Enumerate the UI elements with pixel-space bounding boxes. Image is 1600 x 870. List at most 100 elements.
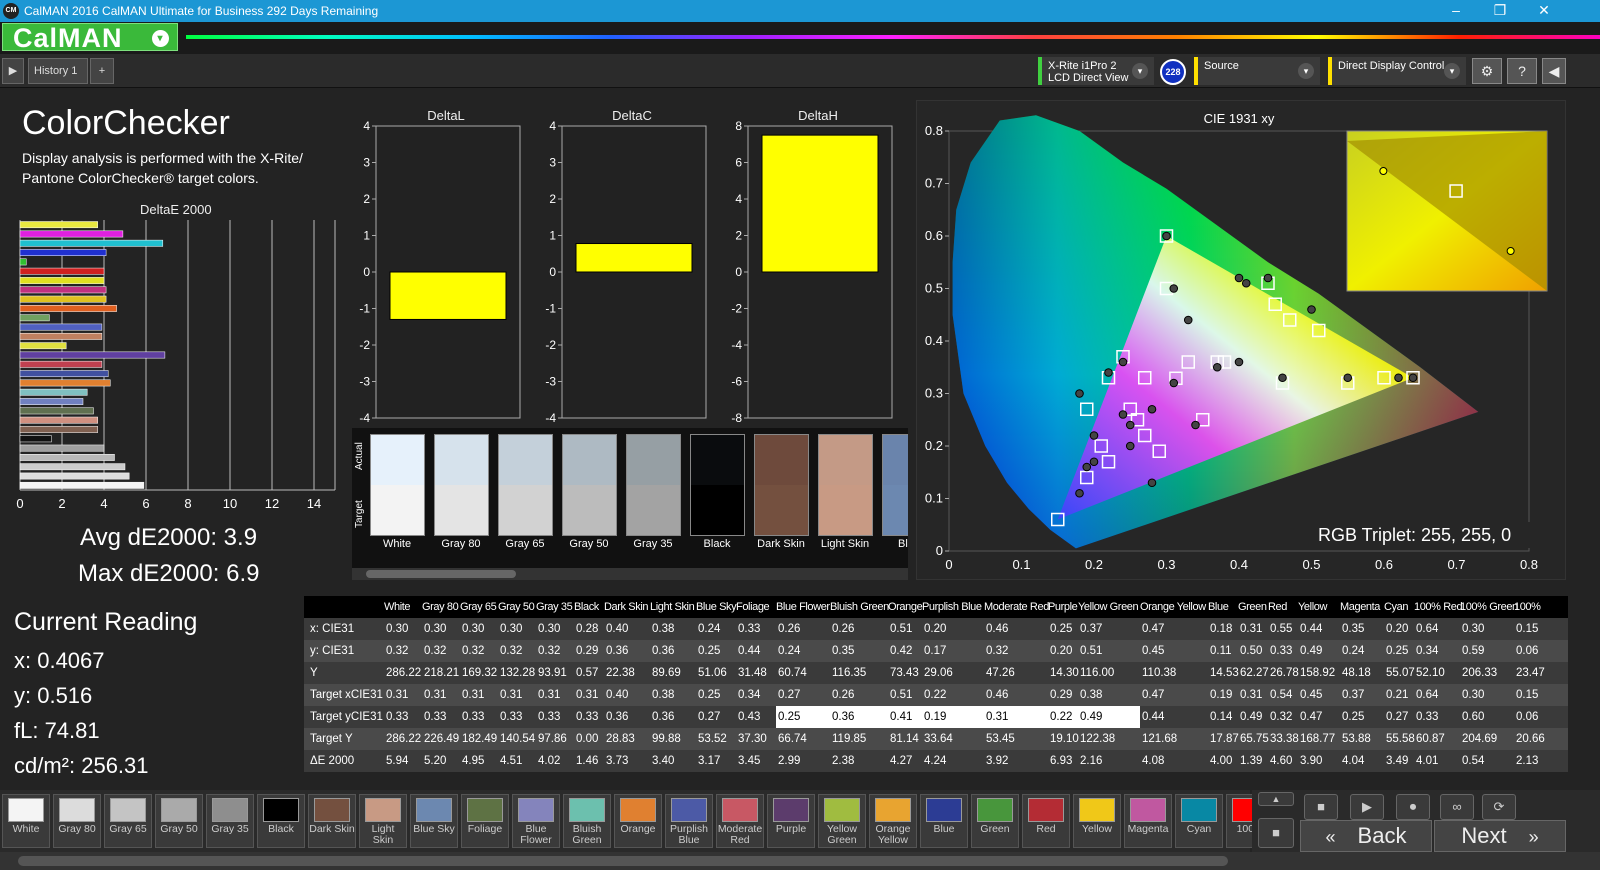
patch-green[interactable]: Green xyxy=(971,794,1019,848)
patch-yellow[interactable]: Yellow xyxy=(1073,794,1121,848)
table-cell: 19.10 xyxy=(1050,733,1079,745)
patch-label: Yellow xyxy=(1082,823,1112,835)
loop-button[interactable]: ∞ xyxy=(1440,794,1474,820)
column-header: Red xyxy=(1268,601,1287,613)
patch-orange-yellow[interactable]: Orange Yellow xyxy=(869,794,917,848)
table-cell: 0.38 xyxy=(652,623,675,635)
table-cell: 33.38 xyxy=(1270,733,1299,745)
table-cell: 0.47 xyxy=(1142,689,1165,701)
patch-label: Blue Sky xyxy=(413,823,455,835)
table-cell: 0.44 xyxy=(738,645,761,657)
table-cell: 53.52 xyxy=(698,733,727,745)
patch-yellow-green[interactable]: Yellow Green xyxy=(818,794,866,848)
scrollbar-thumb[interactable] xyxy=(366,570,516,578)
patch-gray-50[interactable]: Gray 50 xyxy=(155,794,203,848)
chevron-down-icon[interactable]: ▾ xyxy=(1132,63,1148,79)
bottom-scrollbar-thumb[interactable] xyxy=(18,856,1228,866)
collapse-icon[interactable]: ◀ xyxy=(1542,58,1566,84)
table-cell: 0.51 xyxy=(1080,645,1103,657)
stop-button[interactable]: ■ xyxy=(1304,794,1338,820)
swatch-scrollbar[interactable] xyxy=(352,568,908,580)
patch-swatch xyxy=(977,798,1013,822)
swatch-actual xyxy=(563,435,616,485)
delta-tick-label: -1 xyxy=(359,302,370,316)
patch-blue-sky[interactable]: Blue Sky xyxy=(410,794,458,848)
table-cell: 0.18 xyxy=(1210,623,1233,635)
de-bar xyxy=(19,360,103,368)
table-cell: 0.32 xyxy=(986,645,1009,657)
help-icon[interactable]: ? xyxy=(1507,58,1537,84)
table-cell: 121.68 xyxy=(1142,733,1178,745)
table-cell: 55.07 xyxy=(1386,667,1415,679)
patch-label: Moderate Red xyxy=(717,823,763,846)
swatch-black xyxy=(690,434,745,536)
source-selector[interactable]: Source ▾ xyxy=(1194,57,1320,85)
table-cell: 52.10 xyxy=(1416,667,1445,679)
patch-orange[interactable]: Orange xyxy=(614,794,662,848)
table-cell: 17.87 xyxy=(1210,733,1239,745)
table-cell: 140.54 xyxy=(500,733,536,745)
actual-marker xyxy=(1075,389,1084,398)
de-bar xyxy=(19,230,124,238)
target-label: Target xyxy=(354,500,365,528)
chevron-down-icon[interactable]: ▾ xyxy=(1298,63,1314,79)
patch-magenta[interactable]: Magenta xyxy=(1124,794,1172,848)
patch-gray-35[interactable]: Gray 35 xyxy=(206,794,254,848)
close-button[interactable]: ✕ xyxy=(1522,0,1566,22)
column-header: Moderate Red xyxy=(984,601,1049,613)
patch-red[interactable]: Red xyxy=(1022,794,1070,848)
table-cell: 0.30 xyxy=(500,623,523,635)
actual-label: Actual xyxy=(354,442,365,470)
patch-swatch xyxy=(926,798,962,822)
table-cell: 0.14 xyxy=(1210,711,1233,723)
next-label: Next xyxy=(1461,823,1507,848)
delta-tick-label: 2 xyxy=(735,229,742,243)
patch-purple[interactable]: Purple xyxy=(767,794,815,848)
table-cell: 0.46 xyxy=(986,623,1009,635)
patch-black[interactable]: Black xyxy=(257,794,305,848)
settings-gear-icon[interactable]: ⚙ xyxy=(1472,58,1502,84)
patch-gray-65[interactable]: Gray 65 xyxy=(104,794,152,848)
de-tick-label: 14 xyxy=(307,496,321,511)
patch-gray-80[interactable]: Gray 80 xyxy=(53,794,101,848)
patch-moderate-red[interactable]: Moderate Red xyxy=(716,794,764,848)
tab-history-1[interactable]: History 1 xyxy=(28,58,88,84)
patch-dark-skin[interactable]: Dark Skin xyxy=(308,794,356,848)
scroll-up-icon[interactable]: ▲ xyxy=(1258,792,1294,806)
minimize-button[interactable]: – xyxy=(1434,0,1478,22)
patch-label: Purplish Blue xyxy=(670,823,708,846)
patch-cyan[interactable]: Cyan xyxy=(1175,794,1223,848)
logo-dropdown-icon[interactable]: ▾ xyxy=(152,30,169,47)
patch-white[interactable]: White xyxy=(2,794,50,848)
play-button[interactable]: ▶ xyxy=(1350,794,1384,820)
add-tab-button[interactable]: + xyxy=(90,58,114,84)
table-cell: 0.44 xyxy=(1142,711,1165,723)
patch-bluish-green[interactable]: Bluish Green xyxy=(563,794,611,848)
calman-logo[interactable]: CalMAN ▾ xyxy=(2,23,178,52)
patch-blue[interactable]: Blue xyxy=(920,794,968,848)
actual-marker xyxy=(1307,305,1316,314)
meter-badge[interactable]: 228 xyxy=(1160,59,1186,85)
play-icon[interactable]: ▶ xyxy=(2,58,24,84)
back-button[interactable]: « Back xyxy=(1300,820,1432,852)
chevron-down-icon[interactable]: ▾ xyxy=(1444,63,1460,79)
swatch-strip: Actual Target White Gray 80 Gray 65 Gray 50… xyxy=(352,428,908,568)
maximize-button[interactable]: ❐ xyxy=(1478,0,1522,22)
patch-label: Light Skin xyxy=(371,823,395,846)
next-button[interactable]: Next » xyxy=(1434,820,1566,852)
patch-blue-flower[interactable]: Blue Flower xyxy=(512,794,560,848)
swatch-light-skin xyxy=(818,434,873,536)
stop-square-icon[interactable]: ■ xyxy=(1258,818,1294,848)
de-bar xyxy=(19,379,111,387)
repeat-button[interactable]: ⟳ xyxy=(1482,794,1516,820)
patch-purplish-blue[interactable]: Purplish Blue xyxy=(665,794,713,848)
display-selector[interactable]: Direct Display Control ▾ xyxy=(1328,57,1466,85)
actual-marker xyxy=(1162,231,1171,241)
bottom-scrollbar[interactable] xyxy=(0,852,1600,870)
meter-selector[interactable]: X-Rite i1Pro 2 LCD Direct View ▾ xyxy=(1038,57,1154,85)
patch-light-skin[interactable]: Light Skin xyxy=(359,794,407,848)
table-cell: 0.06 xyxy=(1516,711,1539,723)
patch-foliage[interactable]: Foliage xyxy=(461,794,509,848)
table-cell: 0.64 xyxy=(1416,689,1439,701)
record-button[interactable]: ⏺ xyxy=(1396,794,1430,820)
